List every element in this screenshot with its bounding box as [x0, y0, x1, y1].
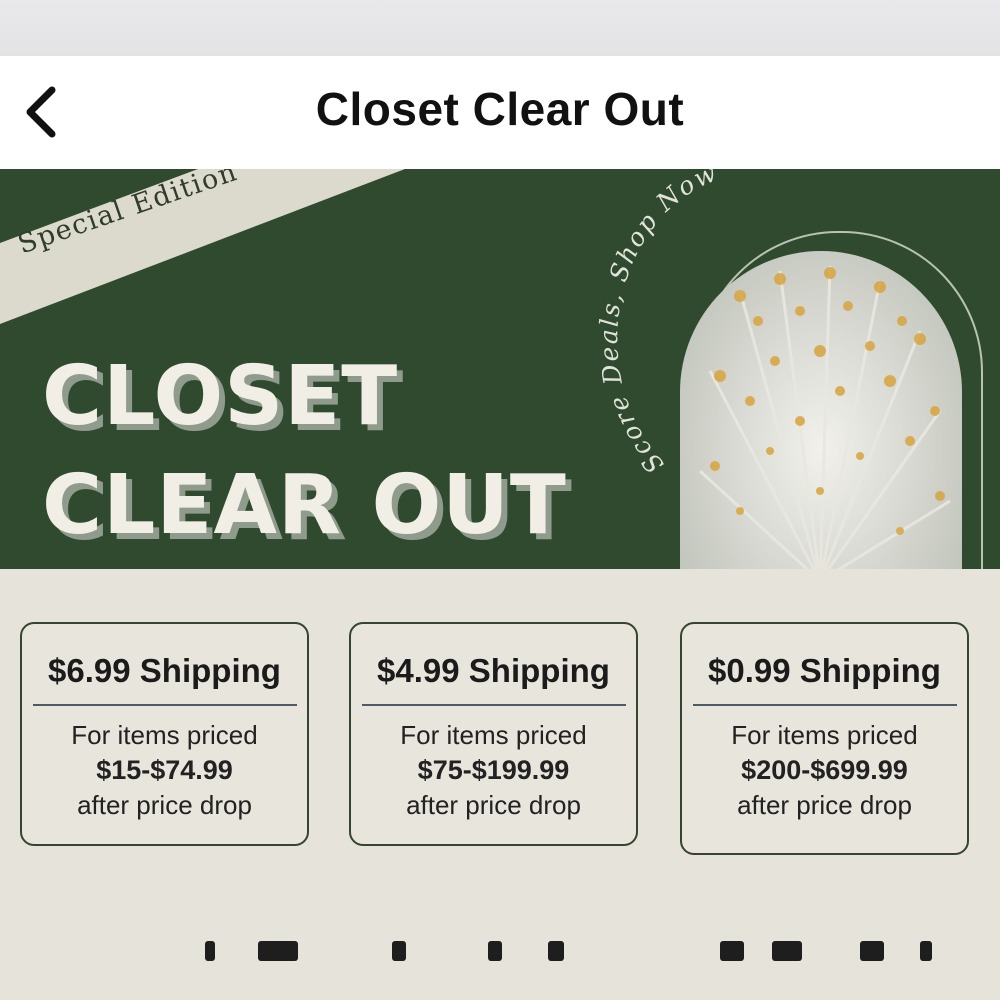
price-range: $15-$74.99	[96, 755, 233, 785]
cropped-heading-fragment	[0, 935, 1000, 1000]
divider	[32, 704, 297, 706]
shipping-tier-card[interactable]: $0.99 Shipping For items priced $200-$69…	[680, 622, 969, 855]
tier-description: For items priced	[400, 720, 587, 750]
price-range: $75-$199.99	[417, 755, 570, 785]
shipping-tier-card[interactable]: $6.99 Shipping For items priced $15-$74.…	[20, 622, 309, 846]
arch-caption: Score Deals, Shop Now	[594, 169, 720, 479]
headline-line-2: CLEAR OUT	[42, 458, 567, 553]
shipping-tier-card[interactable]: $4.99 Shipping For items priced $75-$199…	[349, 622, 638, 846]
status-bar	[0, 0, 1000, 56]
price-range: $200-$699.99	[741, 755, 908, 785]
shipping-price: $6.99 Shipping	[48, 652, 281, 689]
headline-line-1: CLOSET	[42, 349, 399, 444]
svg-text:Score Deals, Shop Now: Score Deals, Shop Now	[594, 169, 722, 479]
tier-note: after price drop	[737, 790, 912, 820]
divider	[692, 704, 957, 706]
tier-note: after price drop	[77, 790, 252, 820]
tier-description: For items priced	[71, 720, 258, 750]
tier-note: after price drop	[406, 790, 581, 820]
tier-description: For items priced	[731, 720, 918, 750]
page-title: Closet Clear Out	[315, 83, 685, 135]
shipping-price: $0.99 Shipping	[708, 652, 941, 689]
divider	[361, 704, 626, 706]
curved-caption: Score Deals, Shop Now	[594, 169, 722, 479]
promo-banner[interactable]: Special Edition CLOSET CLEAR OUT Score D…	[0, 169, 1000, 569]
shipping-price: $4.99 Shipping	[377, 652, 610, 689]
navigation-bar: Closet Clear Out	[0, 56, 1000, 169]
